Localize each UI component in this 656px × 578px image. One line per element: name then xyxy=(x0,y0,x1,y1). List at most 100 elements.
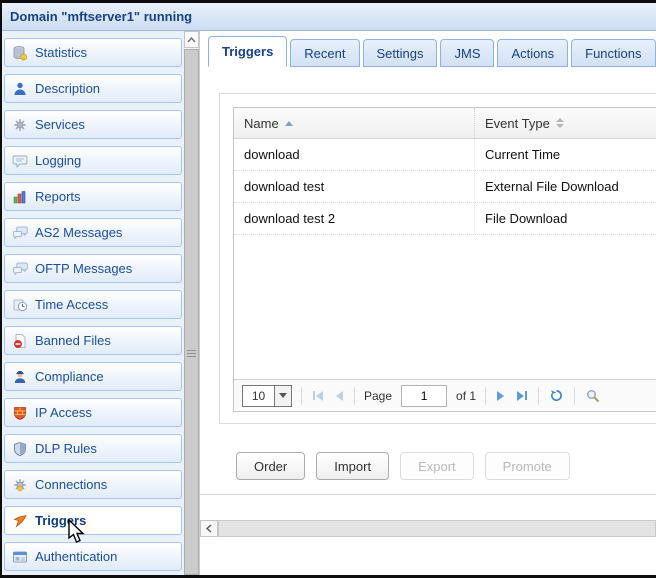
tab-triggers[interactable]: Triggers xyxy=(208,36,287,67)
table-row[interactable]: download test 2 File Download xyxy=(234,203,656,235)
cell-event-type: External File Download xyxy=(475,171,656,202)
statistics-icon xyxy=(12,45,28,61)
grid-empty-area xyxy=(234,235,656,379)
refresh-button[interactable] xyxy=(548,389,565,402)
sidebar-item-label: AS2 Messages xyxy=(35,225,122,240)
promote-button[interactable]: Promote xyxy=(485,452,570,480)
sidebar-item-reports[interactable]: Reports xyxy=(4,182,182,211)
title-bar: Domain "mftserver1" running xyxy=(2,3,656,31)
sidebar-vertical-scrollbar[interactable] xyxy=(184,31,200,575)
sidebar-item-label: Triggers xyxy=(35,513,86,528)
grid-header: Name Event Type xyxy=(234,108,656,139)
horizontal-scrollbar-thumb[interactable] xyxy=(218,520,656,537)
sidebar-item-label: Authentication xyxy=(35,549,117,564)
sidebar-item-description[interactable]: Description xyxy=(4,74,182,103)
first-page-button[interactable] xyxy=(311,391,325,401)
sidebar-item-oftp-messages[interactable]: OFTP Messages xyxy=(4,254,182,283)
sidebar-item-dlp-rules[interactable]: DLP Rules xyxy=(4,434,182,463)
triggers-panel: Name Event Type download Current Time do… xyxy=(219,93,656,424)
page-size-select[interactable]: 10 xyxy=(242,385,292,407)
window-edge xyxy=(0,0,2,578)
scroll-up-button[interactable] xyxy=(184,31,199,48)
scrollbar-thumb[interactable] xyxy=(184,49,199,575)
sidebar-item-services[interactable]: Services xyxy=(4,110,182,139)
sidebar-item-label: Connections xyxy=(35,477,107,492)
chevron-up-icon xyxy=(187,37,196,43)
tab-jms[interactable]: JMS xyxy=(440,39,494,67)
last-page-button[interactable] xyxy=(515,391,529,401)
export-button[interactable]: Export xyxy=(400,452,474,480)
sidebar-item-label: Time Access xyxy=(35,297,108,312)
tab-settings[interactable]: Settings xyxy=(363,39,438,67)
compliance-icon xyxy=(12,369,28,385)
window-edge xyxy=(0,0,656,3)
next-page-button[interactable] xyxy=(495,391,506,401)
tab-recent[interactable]: Recent xyxy=(290,39,359,67)
sidebar-item-label: Compliance xyxy=(35,369,104,384)
triggers-icon xyxy=(12,513,28,529)
triggers-grid: Name Event Type download Current Time do… xyxy=(233,107,656,412)
chevron-down-icon xyxy=(279,393,287,398)
connections-icon xyxy=(12,477,28,493)
tab-actions[interactable]: Actions xyxy=(497,39,568,67)
sidebar-item-label: IP Access xyxy=(35,405,92,420)
sidebar-item-connections[interactable]: Connections xyxy=(4,470,182,499)
order-button[interactable]: Order xyxy=(236,452,305,480)
oftp-messages-icon xyxy=(12,261,28,277)
sidebar-item-label: OFTP Messages xyxy=(35,261,132,276)
sidebar-item-as2-messages[interactable]: AS2 Messages xyxy=(4,218,182,247)
refresh-icon xyxy=(550,389,563,402)
table-row[interactable]: download Current Time xyxy=(234,139,656,171)
sidebar-item-label: DLP Rules xyxy=(35,441,97,456)
cell-name: download test xyxy=(234,171,475,202)
cell-name: download xyxy=(234,139,475,170)
sidebar-item-triggers[interactable]: Triggers xyxy=(4,506,182,535)
ip-access-icon xyxy=(12,405,28,421)
sort-ascending-icon xyxy=(285,121,293,126)
panel-bottom-divider xyxy=(200,494,656,495)
time-access-icon xyxy=(12,297,28,313)
search-icon xyxy=(586,389,600,403)
sidebar-item-statistics[interactable]: Statistics xyxy=(4,38,182,67)
table-row[interactable]: download test External File Download xyxy=(234,171,656,203)
reports-icon xyxy=(12,189,28,205)
search-button[interactable] xyxy=(584,389,602,403)
description-icon xyxy=(12,81,28,97)
sidebar-item-compliance[interactable]: Compliance xyxy=(4,362,182,391)
pager-toolbar: 10 Page of 1 xyxy=(234,379,656,411)
page-count-label: of 1 xyxy=(456,389,476,403)
sidebar-item-label: Reports xyxy=(35,189,81,204)
import-button[interactable]: Import xyxy=(316,452,389,480)
services-icon xyxy=(12,117,28,133)
scroll-left-button[interactable] xyxy=(200,520,218,537)
chevron-left-icon xyxy=(206,524,212,533)
column-header-name[interactable]: Name xyxy=(234,108,475,138)
select-dropdown-button[interactable] xyxy=(274,386,291,406)
cell-event-type: Current Time xyxy=(475,139,656,170)
as2-messages-icon xyxy=(12,225,28,241)
cell-event-type: File Download xyxy=(475,203,656,234)
action-button-row: Order Import Export Promote xyxy=(236,452,570,480)
sidebar-item-banned-files[interactable]: Banned Files xyxy=(4,326,182,355)
sidebar-item-logging[interactable]: Logging xyxy=(4,146,182,175)
previous-page-button[interactable] xyxy=(334,391,345,401)
column-header-event-type[interactable]: Event Type xyxy=(475,108,656,138)
dlp-rules-icon xyxy=(12,441,28,457)
tab-bar: Triggers Recent Settings JMS Actions Fun… xyxy=(208,36,656,67)
sidebar-item-label: Services xyxy=(35,117,85,132)
scrollbar-grip xyxy=(187,350,196,359)
sidebar-item-authentication[interactable]: Authentication xyxy=(4,542,182,571)
banned-files-icon xyxy=(12,333,28,349)
horizontal-scrollbar[interactable] xyxy=(200,520,656,537)
sidebar-item-time-access[interactable]: Time Access xyxy=(4,290,182,319)
sort-both-icon xyxy=(556,118,564,128)
page-number-input[interactable] xyxy=(401,385,447,407)
sidebar: Statistics Description Services Logging … xyxy=(2,31,184,575)
sidebar-item-label: Logging xyxy=(35,153,81,168)
cell-name: download test 2 xyxy=(234,203,475,234)
main-content: Triggers Recent Settings JMS Actions Fun… xyxy=(200,31,656,575)
sidebar-item-ip-access[interactable]: IP Access xyxy=(4,398,182,427)
authentication-icon xyxy=(12,549,28,565)
sidebar-item-label: Description xyxy=(35,81,100,96)
tab-functions[interactable]: Functions xyxy=(571,39,655,67)
